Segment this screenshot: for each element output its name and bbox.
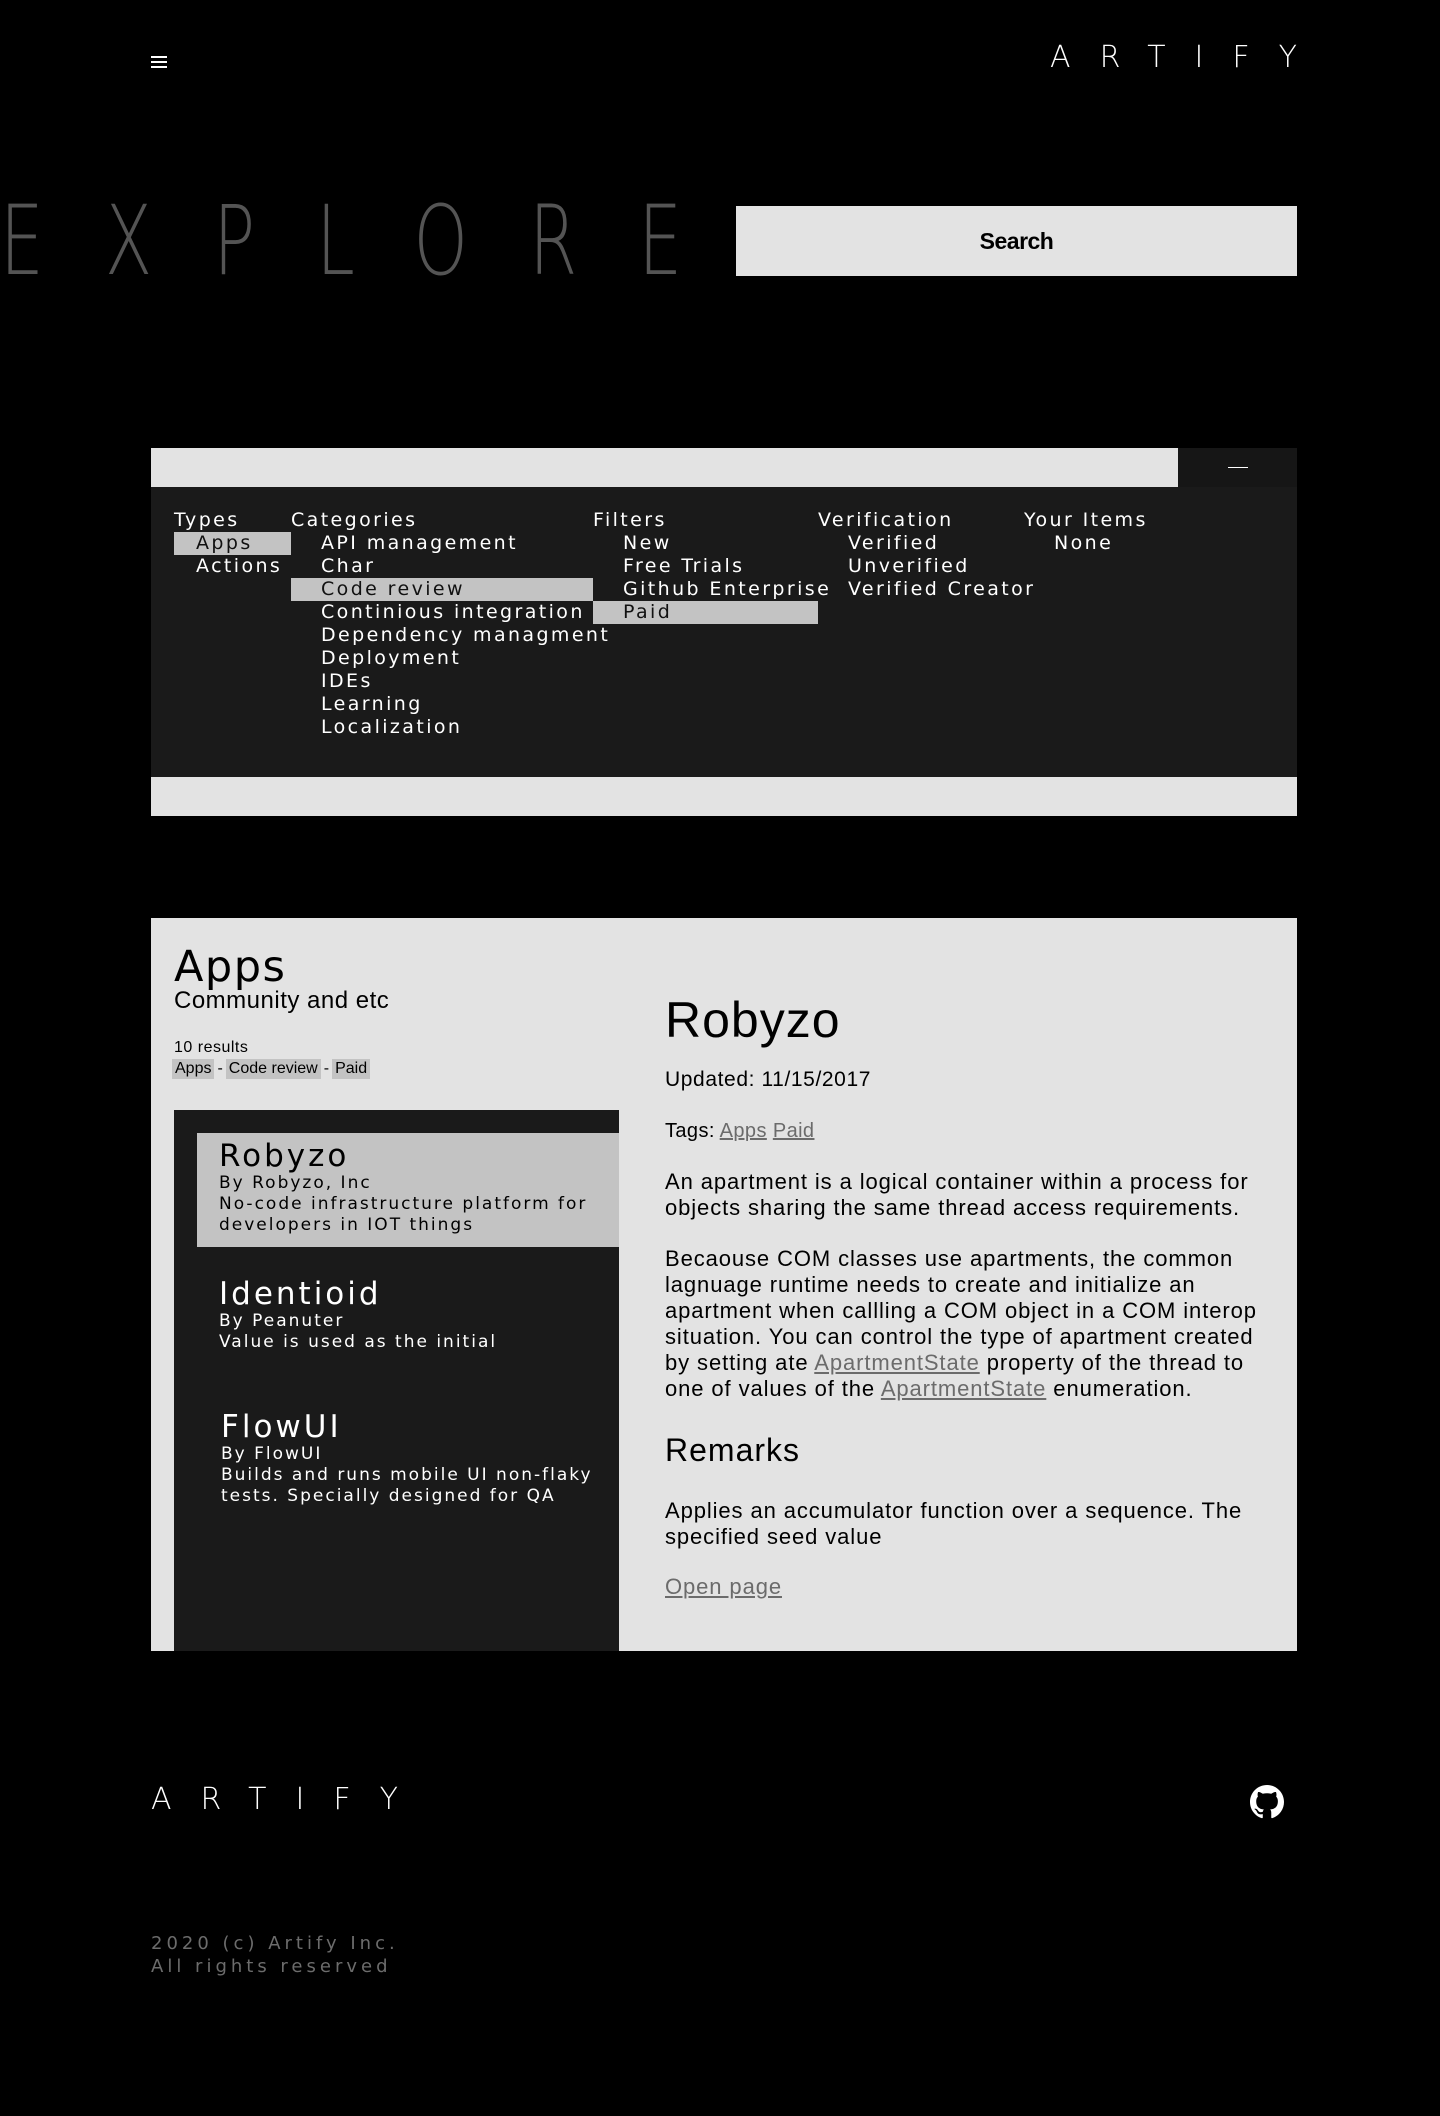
open-page-link[interactable]: Open page bbox=[665, 1574, 782, 1600]
filter-option[interactable]: Learning bbox=[291, 693, 593, 716]
item-author: By Robyzo, Inc bbox=[219, 1173, 372, 1193]
filter-option[interactable]: Char bbox=[291, 555, 593, 578]
filter-column-types: Types Apps Actions bbox=[174, 509, 291, 578]
filter-option[interactable]: IDEs bbox=[291, 670, 593, 693]
item-name: Identioid bbox=[219, 1276, 382, 1312]
item-author: By FlowUI bbox=[221, 1444, 323, 1464]
filter-option[interactable]: Unverified bbox=[818, 555, 1024, 578]
filter-option[interactable]: Continious integration bbox=[291, 601, 593, 624]
list-item[interactable]: Robyzo By Robyzo, Inc No-code infrastruc… bbox=[197, 1133, 619, 1247]
remarks-heading: Remarks bbox=[665, 1432, 801, 1468]
filter-option[interactable]: Free Trials bbox=[593, 555, 818, 578]
filter-option-apps[interactable]: Apps bbox=[174, 532, 291, 555]
results-list: Robyzo By Robyzo, Inc No-code infrastruc… bbox=[174, 1110, 619, 1651]
apartmentstate-link[interactable]: ApartmentState bbox=[881, 1376, 1046, 1401]
item-description: No-code infrastructure platform for deve… bbox=[219, 1194, 588, 1235]
chip-code-review[interactable]: Code review bbox=[225, 1059, 321, 1079]
chip-paid[interactable]: Paid bbox=[332, 1059, 371, 1079]
filter-column-filters: Filters New Free Trials Github Enterpris… bbox=[593, 509, 829, 624]
filter-column-categories: Categories API management Char Code revi… bbox=[291, 509, 608, 739]
filter-heading: Verification bbox=[818, 509, 954, 531]
active-filter-chips: Apps - Code review - Paid bbox=[172, 1059, 371, 1079]
filter-option-paid[interactable]: Paid bbox=[593, 601, 818, 624]
tag-link-apps[interactable]: Apps bbox=[720, 1120, 767, 1142]
detail-paragraph: Becaouse COM classes use apartments, the… bbox=[665, 1246, 1275, 1402]
footer-logo[interactable]: ARTIFY bbox=[151, 1782, 427, 1817]
results-count: 10 results bbox=[174, 1039, 249, 1056]
tag-link-paid[interactable]: Paid bbox=[773, 1120, 815, 1142]
filter-column-verification: Verification Verified Unverified Verifie… bbox=[818, 509, 1033, 601]
search-button[interactable]: Search bbox=[736, 206, 1297, 276]
collapse-filters-button[interactable] bbox=[1178, 448, 1297, 487]
list-item[interactable]: FlowUI By FlowUI Builds and runs mobile … bbox=[197, 1410, 643, 1520]
filter-option[interactable]: None bbox=[1024, 532, 1224, 555]
filter-heading: Categories bbox=[291, 509, 418, 531]
filter-column-your-items: Your Items None bbox=[1024, 509, 1224, 555]
filter-heading: Types bbox=[174, 509, 240, 531]
filter-heading: Your Items bbox=[1024, 509, 1148, 531]
category-subtitle: Community and etc bbox=[174, 987, 390, 1014]
paragraph-text: enumeration. bbox=[1046, 1376, 1193, 1401]
page-title: EXPLORE bbox=[0, 185, 744, 297]
item-description: Builds and runs mobile UI non-flaky test… bbox=[221, 1465, 593, 1506]
chip-separator: - bbox=[217, 1060, 223, 1077]
remarks-text: Applies an accumulator function over a s… bbox=[665, 1498, 1243, 1549]
filter-option[interactable]: New bbox=[593, 532, 818, 555]
chip-separator: - bbox=[323, 1060, 330, 1077]
item-description: Value is used as the initial bbox=[219, 1332, 498, 1352]
filter-option[interactable]: Github Enterprise bbox=[593, 578, 829, 601]
filter-option[interactable]: Verified bbox=[818, 532, 1024, 555]
github-icon[interactable] bbox=[1250, 1785, 1284, 1819]
item-name: FlowUI bbox=[221, 1409, 342, 1445]
filter-option[interactable]: Verified Creator bbox=[818, 578, 1033, 601]
category-title: Apps bbox=[174, 942, 287, 992]
chip-apps[interactable]: Apps bbox=[172, 1059, 215, 1079]
copyright: 2020 (c) Artify Inc. All rights reserved bbox=[151, 1932, 399, 1978]
detail-paragraph: An apartment is a logical container with… bbox=[665, 1169, 1249, 1220]
filter-option[interactable]: Localization bbox=[291, 716, 593, 739]
results-card: Apps Community and etc 10 results Apps -… bbox=[151, 918, 1297, 1651]
item-name: Robyzo bbox=[219, 1138, 350, 1174]
filter-input[interactable] bbox=[151, 448, 1182, 489]
detail-title: Robyzo bbox=[665, 992, 841, 1048]
filter-heading: Filters bbox=[593, 509, 667, 531]
filter-option-code-review[interactable]: Code review bbox=[291, 578, 593, 601]
copyright-line: 2020 (c) Artify Inc. bbox=[151, 1933, 399, 1954]
detail-tags: Tags: Apps Paid bbox=[665, 1120, 814, 1143]
filter-option[interactable]: Deployment bbox=[291, 647, 593, 670]
tags-label: Tags: bbox=[665, 1120, 715, 1142]
filter-option[interactable]: API management bbox=[291, 532, 593, 555]
filter-option[interactable]: Dependency managment bbox=[291, 624, 608, 647]
list-item[interactable]: Identioid By Peanuter Value is used as t… bbox=[197, 1277, 641, 1377]
detail-updated: Updated: 11/15/2017 bbox=[665, 1068, 872, 1091]
site-logo[interactable]: ARTIFY bbox=[1050, 40, 1326, 75]
copyright-line: All rights reserved bbox=[151, 1956, 392, 1977]
item-author: By Peanuter bbox=[219, 1311, 345, 1331]
minus-icon bbox=[1227, 467, 1248, 468]
apartmentstate-link[interactable]: ApartmentState bbox=[814, 1350, 979, 1375]
hamburger-icon[interactable] bbox=[151, 56, 167, 70]
filter-panel: Types Apps Actions Categories API manage… bbox=[151, 487, 1297, 777]
filter-panel-footer bbox=[151, 777, 1297, 816]
filter-option-actions[interactable]: Actions bbox=[174, 555, 291, 578]
